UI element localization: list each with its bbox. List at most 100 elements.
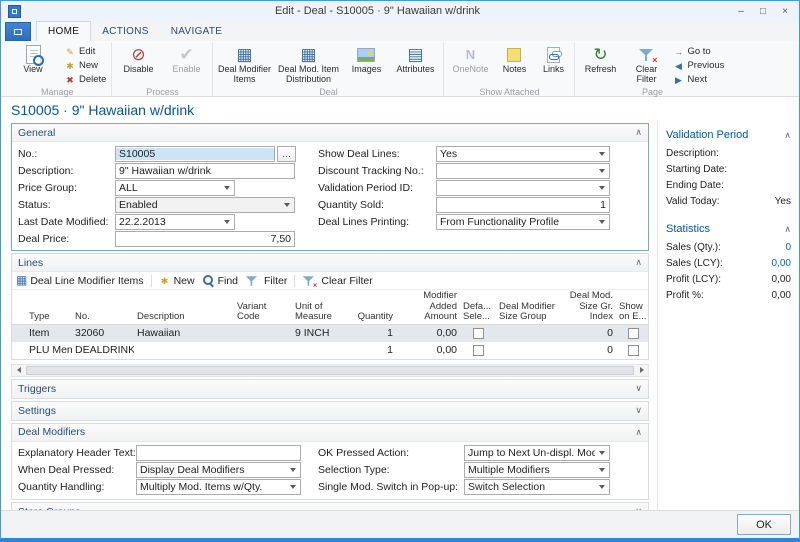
field-deal-lines-printing: Deal Lines Printing: From Functionality … bbox=[318, 213, 610, 230]
explanatory-header-text-input[interactable] bbox=[136, 445, 301, 461]
new-button[interactable]: ✱New bbox=[62, 59, 108, 72]
ribbon: View ✎Edit ✱New ✖Delete Manage ⊘ Disable… bbox=[1, 41, 799, 97]
images-button[interactable]: Images bbox=[344, 43, 388, 86]
notes-button[interactable]: Notes bbox=[495, 43, 533, 86]
deal-modifier-items-button[interactable]: ▦ Deal Modifier Items bbox=[216, 43, 272, 86]
refresh-button[interactable]: ↻ Refresh bbox=[578, 43, 622, 86]
field-price-group: Price Group: ALL bbox=[18, 179, 318, 196]
lines-find-button[interactable]: Find bbox=[202, 274, 238, 287]
description-input[interactable]: 9" Hawaiian w/drink bbox=[115, 163, 295, 179]
dropdown-icon[interactable] bbox=[286, 480, 300, 494]
deal-line-modifier-items-button[interactable]: ▦Deal Line Modifier Items bbox=[16, 272, 144, 289]
tab-navigate[interactable]: NAVIGATE bbox=[160, 21, 233, 41]
checkbox-unchecked[interactable] bbox=[473, 328, 484, 339]
scroll-right-icon[interactable] bbox=[635, 365, 648, 376]
new-icon: ✱ bbox=[159, 275, 171, 287]
fasttab-deal-modifiers-header[interactable]: Deal Modifiers ∧ bbox=[12, 424, 648, 442]
close-icon[interactable]: × bbox=[774, 3, 796, 19]
clear-filter-button[interactable]: × Clear Filter bbox=[624, 43, 668, 86]
delete-button[interactable]: ✖Delete bbox=[62, 73, 108, 86]
previous-icon: ◀ bbox=[672, 60, 684, 72]
dropdown-icon[interactable] bbox=[595, 446, 609, 460]
title-bar: Edit - Deal - S10005 · 9" Hawaiian w/dri… bbox=[1, 1, 799, 21]
toolbar-separator bbox=[151, 275, 152, 287]
previous-button[interactable]: ◀Previous bbox=[670, 59, 726, 72]
last-date-modified-input[interactable]: 22.2.2013 bbox=[115, 214, 235, 230]
dropdown-icon[interactable] bbox=[595, 147, 609, 161]
discount-tracking-no-select[interactable] bbox=[436, 163, 610, 179]
dropdown-icon[interactable] bbox=[595, 181, 609, 195]
status-select[interactable]: Enabled bbox=[115, 197, 295, 213]
edit-button[interactable]: ✎Edit bbox=[62, 45, 108, 58]
fasttab-lines-header[interactable]: Lines ∧ bbox=[12, 254, 648, 272]
tab-home[interactable]: HOME bbox=[36, 21, 91, 41]
next-button[interactable]: ▶Next bbox=[670, 73, 726, 86]
scroll-left-icon[interactable] bbox=[12, 365, 25, 376]
disable-button[interactable]: ⊘ Disable bbox=[115, 43, 161, 86]
ribbon-group-page: ↻ Refresh × Clear Filter →Go to ◀Previou… bbox=[575, 42, 729, 96]
note-icon bbox=[507, 48, 521, 62]
show-on-cell bbox=[616, 345, 650, 356]
view-button[interactable]: View bbox=[6, 43, 60, 86]
table-row[interactable]: Item 32060 Hawaiian 9 INCH 1 0,00 0 bbox=[12, 325, 648, 342]
dropdown-icon[interactable] bbox=[595, 164, 609, 178]
field-quantity-handling: Quantity Handling: Multiply Mod. Items w… bbox=[18, 479, 318, 496]
factbox-validation-period-header[interactable]: Validation Period ∧ bbox=[666, 125, 791, 145]
validation-period-id-select[interactable] bbox=[436, 180, 610, 196]
dropdown-icon[interactable] bbox=[220, 215, 234, 229]
dropdown-icon[interactable] bbox=[595, 215, 609, 229]
fasttab-settings-header[interactable]: Settings ∨ bbox=[12, 402, 648, 420]
when-deal-pressed-select[interactable]: Display Deal Modifiers bbox=[136, 462, 301, 478]
attributes-button[interactable]: ▤ Attributes bbox=[390, 43, 440, 86]
field-discount-tracking-no: Discount Tracking No.: bbox=[318, 162, 610, 179]
no-input[interactable]: S10005 bbox=[115, 146, 275, 162]
fasttab-store-groups-header[interactable]: Store Groups ∨ bbox=[12, 503, 648, 511]
find-icon bbox=[202, 274, 215, 287]
lines-new-button[interactable]: ✱New bbox=[159, 275, 195, 287]
lines-filter-button[interactable]: Filter bbox=[245, 273, 287, 289]
selection-type-select[interactable]: Multiple Modifiers bbox=[464, 462, 610, 478]
application-menu-button[interactable] bbox=[5, 22, 31, 41]
factbox-statistics-header[interactable]: Statistics ∧ bbox=[666, 219, 791, 239]
dropdown-icon[interactable] bbox=[280, 198, 294, 212]
factbox-field: Description: bbox=[666, 145, 791, 161]
onenote-button[interactable]: N OneNote bbox=[447, 43, 493, 86]
checkbox-unchecked[interactable] bbox=[628, 328, 639, 339]
dropdown-icon[interactable] bbox=[286, 463, 300, 477]
ok-button[interactable]: OK bbox=[737, 514, 791, 535]
deal-price-input[interactable]: 7,50 bbox=[115, 231, 295, 247]
field-ok-pressed-action: OK Pressed Action: Jump to Next Un-displ… bbox=[318, 445, 610, 462]
checkbox-unchecked[interactable] bbox=[473, 345, 484, 356]
links-button[interactable]: Links bbox=[535, 43, 571, 86]
dropdown-icon[interactable] bbox=[595, 480, 609, 494]
goto-button[interactable]: →Go to bbox=[670, 45, 726, 58]
scrollbar-thumb[interactable] bbox=[26, 366, 634, 375]
ok-pressed-action-select[interactable]: Jump to Next Un-displ. Modifier bbox=[464, 445, 610, 461]
default-selection-cell bbox=[460, 345, 496, 356]
quantity-sold-input[interactable]: 1 bbox=[436, 197, 610, 213]
single-mod-switch-select[interactable]: Switch Selection bbox=[464, 479, 610, 495]
dropdown-icon[interactable] bbox=[220, 181, 234, 195]
factbox-pane: Validation Period ∧ Description: Startin… bbox=[657, 121, 799, 510]
tab-actions[interactable]: ACTIONS bbox=[91, 21, 160, 41]
deal-mod-item-distribution-button[interactable]: ▦ Deal Mod. Item Distribution bbox=[274, 43, 342, 86]
dropdown-icon[interactable] bbox=[595, 463, 609, 477]
enable-button[interactable]: ✔ Enable bbox=[163, 43, 209, 86]
field-when-deal-pressed: When Deal Pressed: Display Deal Modifier… bbox=[18, 462, 318, 479]
fasttab-general-header[interactable]: General ∧ bbox=[12, 124, 648, 142]
minimize-icon[interactable]: – bbox=[730, 3, 752, 19]
table-row[interactable]: PLU Menu DEALDRINKS 1 0,00 0 bbox=[12, 342, 648, 359]
lines-clear-filter-button[interactable]: ×Clear Filter bbox=[302, 273, 372, 289]
field-validation-period-id: Validation Period ID: bbox=[318, 179, 610, 196]
quantity-handling-select[interactable]: Multiply Mod. Items w/Qty. bbox=[136, 479, 301, 495]
horizontal-scrollbar[interactable] bbox=[11, 364, 649, 377]
show-deal-lines-select[interactable]: Yes bbox=[436, 146, 610, 162]
fasttab-triggers-header[interactable]: Triggers ∨ bbox=[12, 380, 648, 398]
view-icon bbox=[26, 45, 41, 64]
price-group-select[interactable]: ALL bbox=[115, 180, 235, 196]
no-lookup-button[interactable]: … bbox=[277, 146, 296, 162]
checkbox-unchecked[interactable] bbox=[628, 345, 639, 356]
maximize-icon[interactable]: □ bbox=[752, 3, 774, 19]
fasttab-settings: Settings ∨ bbox=[11, 401, 649, 421]
deal-lines-printing-select[interactable]: From Functionality Profile bbox=[436, 214, 610, 230]
